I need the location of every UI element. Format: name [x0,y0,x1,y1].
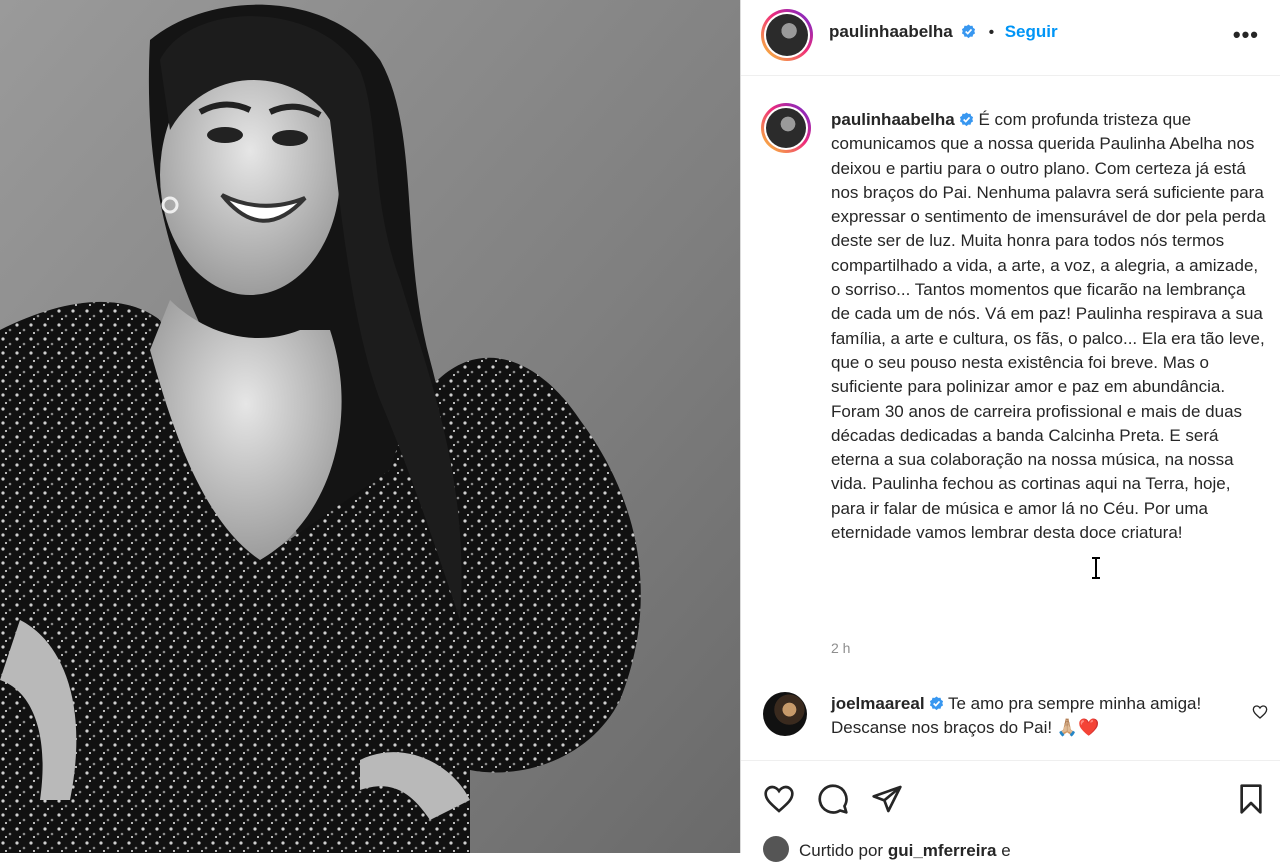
action-bar [741,760,1280,837]
comment-username[interactable]: joelmaareal [831,694,925,713]
post-photo-illustration [0,0,740,853]
liker-avatar[interactable] [763,836,789,862]
post-panel: paulinhaabelha • Seguir ••• paulinhaabel… [740,0,1280,862]
post-timestamp[interactable]: 2 h [831,640,850,656]
profile-avatar[interactable] [761,9,813,61]
share-icon[interactable] [871,783,903,815]
caption-text: É com profunda tristeza que comunicamos … [831,110,1266,397]
liked-by-row: Curtido por gui_mferreira e [763,836,1011,862]
post-image[interactable] [0,0,740,853]
verified-badge-icon [962,24,976,39]
comment-icon[interactable] [817,783,849,815]
comment-heart-icon[interactable] [1252,704,1268,720]
post-header: paulinhaabelha • Seguir ••• [741,0,1280,76]
liked-by-prefix: Curtido por [799,841,884,860]
heart-icon[interactable] [763,783,795,815]
caption-avatar[interactable] [761,103,811,153]
comment-avatar[interactable] [763,692,807,736]
verified-badge-icon [959,112,973,127]
follow-button[interactable]: Seguir [1005,22,1058,41]
caption-text-2: Foram 30 anos de carreira profissional e… [831,401,1243,543]
liked-by-user[interactable]: gui_mferreira [888,841,997,860]
verified-badge-icon [929,696,943,711]
header-user-row: paulinhaabelha • Seguir [829,22,1058,42]
header-separator: • [988,24,995,41]
caption: paulinhaabelha É com profunda tristeza q… [831,108,1269,545]
header-username[interactable]: paulinhaabelha [829,22,953,41]
text-cursor-icon [1092,557,1100,579]
caption-username[interactable]: paulinhaabelha [831,110,955,129]
bookmark-icon[interactable] [1235,783,1267,815]
liked-by-suffix: e [1001,841,1011,860]
more-options-icon[interactable]: ••• [1233,22,1259,48]
comment: joelmaareal Te amo pra sempre minha amig… [831,692,1231,741]
